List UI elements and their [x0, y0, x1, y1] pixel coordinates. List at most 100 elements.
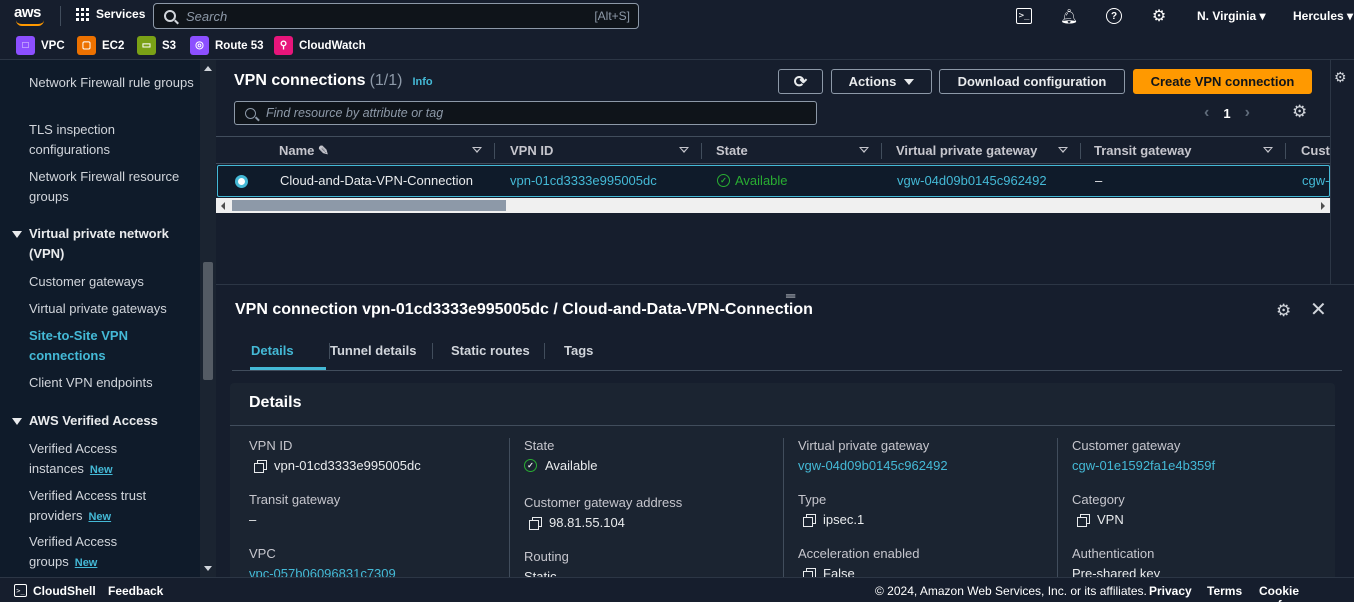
cell-vpn-id-link[interactable]: vpn-01cd3333e995005dc — [510, 173, 657, 188]
footer-terms-link[interactable]: Terms — [1207, 584, 1242, 598]
sort-icon[interactable] — [859, 147, 869, 153]
split-panel-preferences-gear-icon[interactable]: ⚙ — [1276, 301, 1291, 321]
column-divider[interactable] — [494, 143, 495, 159]
sidebar-item-tls-inspection[interactable]: TLS inspection configurations — [29, 120, 194, 160]
current-page-number[interactable]: 1 — [1223, 106, 1230, 121]
sort-icon[interactable] — [1058, 147, 1068, 153]
column-header-name[interactable]: Name ✎ — [279, 143, 329, 159]
sidebar-item-virtual-private-gateways[interactable]: Virtual private gateways — [29, 299, 194, 319]
help-icon[interactable]: ? — [1106, 8, 1122, 24]
column-header-vpn-id[interactable]: VPN ID — [510, 143, 553, 158]
sidebar-item-verified-access-trust-providers[interactable]: Verified Access trust providers New — [29, 486, 161, 527]
grid-icon — [76, 7, 89, 21]
aws-logo[interactable]: aws — [14, 4, 48, 28]
scrollbar-thumb[interactable] — [232, 200, 506, 211]
account-menu[interactable]: Hercules ▾ — [1293, 9, 1353, 23]
column-divider[interactable] — [881, 143, 882, 159]
previous-page-icon[interactable]: ‹ — [1204, 104, 1209, 122]
sort-icon[interactable] — [472, 147, 482, 153]
new-badge: New — [88, 511, 112, 523]
field-value-state: ✓ Available — [524, 458, 598, 473]
sidebar-item-verified-access-groups[interactable]: Verified Access groups New — [29, 532, 139, 573]
table-row[interactable]: Cloud-and-Data-VPN-Connection vpn-01cd33… — [217, 165, 1330, 197]
sort-icon[interactable] — [1263, 147, 1273, 153]
create-vpn-connection-button[interactable]: Create VPN connection — [1133, 69, 1312, 94]
global-search[interactable]: [Alt+S] — [153, 3, 639, 29]
footer-cloudshell-link[interactable]: CloudShell — [33, 584, 96, 598]
copy-icon[interactable] — [1077, 513, 1090, 527]
sidebar-item-firewall-resource-groups[interactable]: Network Firewall resource groups — [29, 167, 194, 207]
value-text: Available — [545, 458, 598, 473]
tab-tags[interactable]: Tags — [564, 343, 593, 358]
cell-customer-gateway-link[interactable]: cgw- — [1302, 173, 1329, 188]
sidebar: Network Firewall rule groups TLS inspect… — [0, 60, 216, 577]
table-horizontal-scrollbar[interactable] — [216, 198, 1330, 213]
global-search-input[interactable] — [186, 8, 566, 24]
sidebar-section-vpn[interactable]: Virtual private network (VPN) — [12, 224, 182, 264]
region-selector[interactable]: N. Virginia ▾ — [1197, 9, 1266, 23]
sidebar-item-site-to-site-vpn[interactable]: Site-to-Site VPN connections — [29, 326, 194, 366]
details-split-panel: ═ VPN connection vpn-01cd3333e995005dc /… — [216, 284, 1354, 588]
favorite-ec2[interactable]: ▢ EC2 — [77, 36, 124, 55]
field-value-vgw-link[interactable]: vgw-04d09b0145c962492 — [798, 458, 948, 473]
sidebar-item-network-firewall-rule-groups[interactable]: Network Firewall rule groups — [29, 73, 194, 93]
close-icon[interactable]: ✕ — [1310, 297, 1327, 322]
sidebar-scrollbar[interactable] — [200, 60, 216, 577]
field-label-acceleration: Acceleration enabled — [798, 546, 920, 561]
nav-divider — [60, 6, 61, 26]
column-divider[interactable] — [1285, 143, 1286, 159]
notifications-bell-icon[interactable]: 🔔︎ — [1060, 8, 1078, 24]
refresh-button[interactable]: ⟳ — [778, 69, 823, 94]
footer-privacy-link[interactable]: Privacy — [1149, 584, 1192, 598]
table-header: Name ✎ VPN ID State Virtual private gate… — [216, 136, 1338, 164]
sidebar-section-verified-access[interactable]: AWS Verified Access — [12, 411, 158, 431]
scroll-right-icon[interactable] — [1321, 202, 1325, 210]
scroll-left-icon[interactable] — [221, 202, 225, 210]
copy-icon[interactable] — [254, 459, 267, 473]
column-divider[interactable] — [701, 143, 702, 159]
settings-gear-icon[interactable]: ⚙ — [1151, 8, 1167, 25]
tab-static-routes[interactable]: Static routes — [451, 343, 530, 358]
favorite-s3[interactable]: ▭ S3 — [137, 36, 176, 55]
scroll-up-icon[interactable] — [204, 66, 212, 71]
tab-tunnel-details[interactable]: Tunnel details — [330, 343, 416, 358]
column-divider[interactable] — [1080, 143, 1081, 159]
services-menu-button[interactable]: Services — [76, 7, 145, 21]
row-select-radio[interactable] — [235, 175, 248, 188]
download-configuration-button[interactable]: Download configuration — [939, 69, 1125, 94]
column-header-state[interactable]: State — [716, 143, 748, 158]
column-header-virtual-private-gateway[interactable]: Virtual private gateway — [896, 143, 1037, 158]
resource-filter-input[interactable] — [266, 106, 786, 120]
tab-details[interactable]: Details — [251, 343, 294, 358]
footer-feedback-link[interactable]: Feedback — [108, 584, 163, 598]
resource-filter[interactable] — [234, 101, 817, 125]
cloudshell-icon[interactable]: >_ — [14, 584, 27, 597]
scrollbar-thumb[interactable] — [203, 262, 213, 380]
cell-vgw-link[interactable]: vgw-04d09b0145c962492 — [897, 173, 1047, 188]
copy-icon[interactable] — [803, 513, 816, 527]
field-value-type: ipsec.1 — [803, 512, 864, 527]
field-label-virtual-private-gateway: Virtual private gateway — [798, 438, 930, 453]
value-text: VPN — [1097, 512, 1124, 527]
sidebar-item-verified-access-instances[interactable]: Verified Access instances New — [29, 439, 139, 480]
scroll-down-icon[interactable] — [204, 566, 212, 571]
sidebar-item-customer-gateways[interactable]: Customer gateways — [29, 272, 194, 292]
sidebar-item-client-vpn-endpoints[interactable]: Client VPN endpoints — [29, 373, 194, 393]
actions-dropdown-button[interactable]: Actions — [831, 69, 932, 94]
page-title: VPN connections (1/1) Info — [234, 72, 433, 90]
favorite-route53[interactable]: ◎ Route 53 — [190, 36, 264, 55]
footer-cookie-preferences-link[interactable]: Cookie preferences — [1259, 584, 1354, 602]
copy-icon[interactable] — [529, 516, 542, 530]
cloudshell-icon[interactable]: >_ — [1016, 8, 1032, 24]
value-text: ipsec.1 — [823, 512, 865, 527]
info-link[interactable]: Info — [412, 76, 432, 88]
favorite-cloudwatch[interactable]: ⚲ CloudWatch — [274, 36, 366, 55]
tools-panel-icon[interactable]: ⚙ — [1334, 69, 1347, 86]
column-header-transit-gateway[interactable]: Transit gateway — [1094, 143, 1192, 158]
next-page-icon[interactable]: › — [1245, 104, 1250, 122]
table-preferences-gear-icon[interactable]: ⚙ — [1292, 102, 1307, 122]
field-value-cgw-link[interactable]: cgw-01e1592fa1e4b359f — [1072, 458, 1215, 473]
sort-icon[interactable] — [679, 147, 689, 153]
tab-divider — [544, 343, 545, 359]
favorite-vpc[interactable]: □ VPC — [16, 36, 65, 55]
